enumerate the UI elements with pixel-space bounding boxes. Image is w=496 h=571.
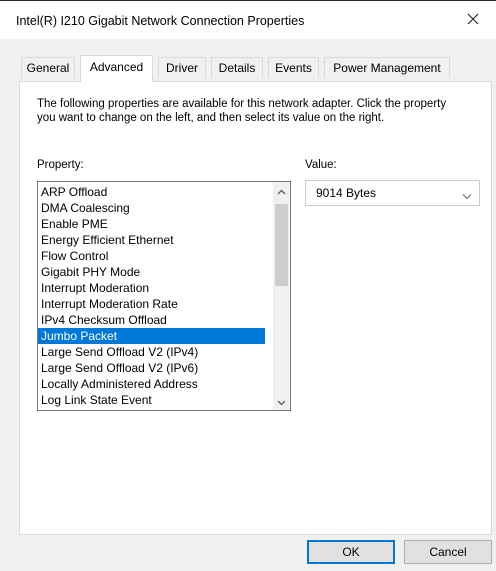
- property-list-item[interactable]: ARP Offload: [38, 184, 265, 200]
- ok-button[interactable]: OK: [307, 540, 395, 564]
- property-list-item[interactable]: Interrupt Moderation Rate: [38, 296, 265, 312]
- property-list-item[interactable]: Flow Control: [38, 248, 265, 264]
- close-button[interactable]: [450, 2, 496, 38]
- property-list-item[interactable]: Log Link State Event: [38, 392, 265, 408]
- tab-general[interactable]: General: [21, 57, 75, 78]
- tab-power-management[interactable]: Power Management: [324, 57, 450, 78]
- close-icon: [467, 13, 479, 28]
- property-list-item[interactable]: Energy Efficient Ethernet: [38, 232, 265, 248]
- scroll-thumb[interactable]: [275, 204, 288, 286]
- property-list-item[interactable]: Jumbo Packet: [38, 328, 265, 344]
- tab-events[interactable]: Events: [268, 57, 319, 78]
- value-label: Value:: [305, 159, 337, 171]
- title-bar: Intel(R) I210 Gigabit Network Connection…: [0, 0, 496, 39]
- property-list-item[interactable]: Enable PME: [38, 216, 265, 232]
- window-title: Intel(R) I210 Gigabit Network Connection…: [16, 14, 305, 28]
- tab-advanced[interactable]: Advanced: [80, 55, 153, 82]
- property-list[interactable]: ARP Offload DMA Coalescing Enable PME Energ…: [37, 181, 291, 411]
- property-label: Property:: [37, 159, 84, 171]
- property-list-item[interactable]: Gigabit PHY Mode: [38, 264, 265, 280]
- property-list-item[interactable]: Large Send Offload V2 (IPv6): [38, 360, 265, 376]
- scroll-up-button[interactable]: [273, 182, 290, 199]
- chevron-down-icon: [277, 395, 286, 409]
- property-list-item[interactable]: IPv4 Checksum Offload: [38, 312, 265, 328]
- tab-strip: General Advanced Driver Details Events P…: [0, 38, 496, 82]
- cancel-button[interactable]: Cancel: [404, 540, 492, 564]
- dropdown-chevron-icon: [462, 189, 472, 203]
- property-list-items: ARP Offload DMA Coalescing Enable PME Energ…: [38, 184, 265, 408]
- property-list-item[interactable]: DMA Coalescing: [38, 200, 265, 216]
- tab-driver[interactable]: Driver: [158, 57, 206, 78]
- value-dropdown-selected: 9014 Bytes: [316, 186, 377, 200]
- property-list-item[interactable]: Interrupt Moderation: [38, 280, 265, 296]
- advanced-panel: The following properties are available f…: [19, 81, 492, 535]
- chevron-up-icon: [277, 184, 286, 198]
- property-list-scrollbar[interactable]: [273, 182, 290, 410]
- property-list-item[interactable]: Large Send Offload V2 (IPv4): [38, 344, 265, 360]
- scroll-down-button[interactable]: [273, 393, 290, 410]
- value-dropdown[interactable]: 9014 Bytes: [305, 180, 480, 206]
- panel-description: The following properties are available f…: [37, 98, 447, 124]
- property-list-item[interactable]: Locally Administered Address: [38, 376, 265, 392]
- tab-details[interactable]: Details: [211, 57, 263, 78]
